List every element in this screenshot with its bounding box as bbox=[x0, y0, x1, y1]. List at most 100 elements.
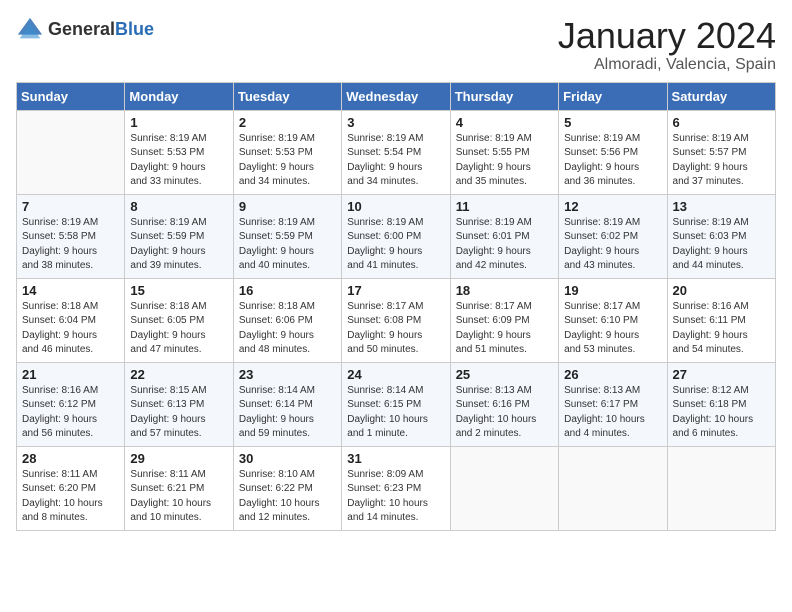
day-of-week-header: Sunday bbox=[17, 82, 125, 110]
day-number: 31 bbox=[347, 451, 444, 466]
day-info: Sunrise: 8:19 AMSunset: 5:55 PMDaylight:… bbox=[456, 132, 553, 190]
calendar-cell: 11 Sunrise: 8:19 AMSunset: 6:01 PMDayligh… bbox=[450, 194, 558, 278]
logo-general: General bbox=[48, 19, 115, 39]
calendar-cell: 4 Sunrise: 8:19 AMSunset: 5:55 PMDaylight… bbox=[450, 110, 558, 194]
calendar-week-row: 21 Sunrise: 8:16 AMSunset: 6:12 PMDayligh… bbox=[17, 362, 776, 446]
day-info: Sunrise: 8:14 AMSunset: 6:14 PMDaylight:… bbox=[239, 384, 336, 442]
calendar-cell: 14 Sunrise: 8:18 AMSunset: 6:04 PMDayligh… bbox=[17, 278, 125, 362]
day-info: Sunrise: 8:11 AMSunset: 6:20 PMDaylight:… bbox=[22, 468, 119, 526]
day-number: 6 bbox=[673, 115, 770, 130]
day-number: 15 bbox=[130, 283, 227, 298]
day-number: 30 bbox=[239, 451, 336, 466]
day-number: 16 bbox=[239, 283, 336, 298]
calendar-cell: 6Sunrise: 8:19 AMSunset: 5:57 PMDaylight… bbox=[667, 110, 775, 194]
calendar-cell: 1Sunrise: 8:19 AMSunset: 5:53 PMDaylight… bbox=[125, 110, 233, 194]
day-number: 12 bbox=[564, 199, 661, 214]
day-info: Sunrise: 8:19 AMSunset: 5:53 PMDaylight:… bbox=[130, 132, 227, 190]
day-number: 29 bbox=[130, 451, 227, 466]
calendar-cell: 27 Sunrise: 8:12 AMSunset: 6:18 PMDayligh… bbox=[667, 362, 775, 446]
calendar-cell: 22 Sunrise: 8:15 AMSunset: 6:13 PMDayligh… bbox=[125, 362, 233, 446]
calendar-cell: 12 Sunrise: 8:19 AMSunset: 6:02 PMDayligh… bbox=[559, 194, 667, 278]
page-header: GeneralBlue January 2024 Almoradi, Valen… bbox=[16, 16, 776, 74]
day-info: Sunrise: 8:13 AMSunset: 6:17 PMDaylight:… bbox=[564, 384, 661, 442]
day-info: Sunrise: 8:19 AMSunset: 6:02 PMDaylight:… bbox=[564, 216, 661, 274]
day-number: 22 bbox=[130, 367, 227, 382]
day-info: Sunrise: 8:17 AMSunset: 6:09 PMDaylight:… bbox=[456, 300, 553, 358]
calendar-cell: 26 Sunrise: 8:13 AMSunset: 6:17 PMDayligh… bbox=[559, 362, 667, 446]
day-info: Sunrise: 8:19 AMSunset: 5:53 PMDaylight:… bbox=[239, 132, 336, 190]
day-info: Sunrise: 8:19 AMSunset: 5:58 PMDaylight:… bbox=[22, 216, 119, 274]
day-of-week-header: Friday bbox=[559, 82, 667, 110]
calendar-cell: 5Sunrise: 8:19 AMSunset: 5:56 PMDaylight… bbox=[559, 110, 667, 194]
day-info: Sunrise: 8:14 AMSunset: 6:15 PMDaylight:… bbox=[347, 384, 444, 442]
calendar-cell: 15 Sunrise: 8:18 AMSunset: 6:05 PMDayligh… bbox=[125, 278, 233, 362]
logo-blue: Blue bbox=[115, 19, 154, 39]
day-number: 13 bbox=[673, 199, 770, 214]
calendar-cell: 20 Sunrise: 8:16 AMSunset: 6:11 PMDayligh… bbox=[667, 278, 775, 362]
day-number: 23 bbox=[239, 367, 336, 382]
calendar-table: SundayMondayTuesdayWednesdayThursdayFrid… bbox=[16, 82, 776, 531]
day-of-week-header: Saturday bbox=[667, 82, 775, 110]
day-number: 18 bbox=[456, 283, 553, 298]
calendar-cell: 3 Sunrise: 8:19 AMSunset: 5:54 PMDaylight… bbox=[342, 110, 450, 194]
day-number: 9 bbox=[239, 199, 336, 214]
day-number: 7 bbox=[22, 199, 119, 214]
day-of-week-header: Thursday bbox=[450, 82, 558, 110]
day-number: 5 bbox=[564, 115, 661, 130]
calendar-cell: 25Sunrise: 8:13 AMSunset: 6:16 PMDayligh… bbox=[450, 362, 558, 446]
day-number: 11 bbox=[456, 199, 553, 214]
day-info: Sunrise: 8:10 AMSunset: 6:22 PMDaylight:… bbox=[239, 468, 336, 526]
day-of-week-header: Wednesday bbox=[342, 82, 450, 110]
day-info: Sunrise: 8:17 AMSunset: 6:08 PMDaylight:… bbox=[347, 300, 444, 358]
calendar-body: 1Sunrise: 8:19 AMSunset: 5:53 PMDaylight… bbox=[17, 110, 776, 530]
day-number: 26 bbox=[564, 367, 661, 382]
calendar-cell: 31 Sunrise: 8:09 AMSunset: 6:23 PMDayligh… bbox=[342, 446, 450, 530]
day-info: Sunrise: 8:19 AMSunset: 6:01 PMDaylight:… bbox=[456, 216, 553, 274]
calendar-cell: 21 Sunrise: 8:16 AMSunset: 6:12 PMDayligh… bbox=[17, 362, 125, 446]
day-of-week-header: Monday bbox=[125, 82, 233, 110]
day-number: 19 bbox=[564, 283, 661, 298]
day-info: Sunrise: 8:19 AMSunset: 5:54 PMDaylight:… bbox=[347, 132, 444, 190]
calendar-cell: 30 Sunrise: 8:10 AMSunset: 6:22 PMDayligh… bbox=[233, 446, 341, 530]
day-info: Sunrise: 8:18 AMSunset: 6:05 PMDaylight:… bbox=[130, 300, 227, 358]
day-info: Sunrise: 8:19 AMSunset: 5:59 PMDaylight:… bbox=[130, 216, 227, 274]
day-info: Sunrise: 8:12 AMSunset: 6:18 PMDaylight:… bbox=[673, 384, 770, 442]
calendar-cell: 19Sunrise: 8:17 AMSunset: 6:10 PMDayligh… bbox=[559, 278, 667, 362]
title-area: January 2024 Almoradi, Valencia, Spain bbox=[558, 16, 776, 74]
day-number: 2 bbox=[239, 115, 336, 130]
logo: GeneralBlue bbox=[16, 16, 154, 44]
month-title: January 2024 bbox=[558, 16, 776, 56]
day-of-week-header: Tuesday bbox=[233, 82, 341, 110]
calendar-cell: 10Sunrise: 8:19 AMSunset: 6:00 PMDayligh… bbox=[342, 194, 450, 278]
calendar-cell: 24 Sunrise: 8:14 AMSunset: 6:15 PMDayligh… bbox=[342, 362, 450, 446]
calendar-cell: 9Sunrise: 8:19 AMSunset: 5:59 PMDaylight… bbox=[233, 194, 341, 278]
day-info: Sunrise: 8:18 AMSunset: 6:06 PMDaylight:… bbox=[239, 300, 336, 358]
day-info: Sunrise: 8:09 AMSunset: 6:23 PMDaylight:… bbox=[347, 468, 444, 526]
day-info: Sunrise: 8:11 AMSunset: 6:21 PMDaylight:… bbox=[130, 468, 227, 526]
day-info: Sunrise: 8:16 AMSunset: 6:12 PMDaylight:… bbox=[22, 384, 119, 442]
calendar-cell: 17 Sunrise: 8:17 AMSunset: 6:08 PMDayligh… bbox=[342, 278, 450, 362]
day-number: 14 bbox=[22, 283, 119, 298]
day-number: 4 bbox=[456, 115, 553, 130]
calendar-cell: 8 Sunrise: 8:19 AMSunset: 5:59 PMDaylight… bbox=[125, 194, 233, 278]
day-number: 20 bbox=[673, 283, 770, 298]
day-info: Sunrise: 8:18 AMSunset: 6:04 PMDaylight:… bbox=[22, 300, 119, 358]
day-number: 21 bbox=[22, 367, 119, 382]
day-info: Sunrise: 8:16 AMSunset: 6:11 PMDaylight:… bbox=[673, 300, 770, 358]
day-info: Sunrise: 8:15 AMSunset: 6:13 PMDaylight:… bbox=[130, 384, 227, 442]
day-number: 8 bbox=[130, 199, 227, 214]
day-number: 27 bbox=[673, 367, 770, 382]
calendar-cell: 7 Sunrise: 8:19 AMSunset: 5:58 PMDaylight… bbox=[17, 194, 125, 278]
calendar-week-row: 7 Sunrise: 8:19 AMSunset: 5:58 PMDaylight… bbox=[17, 194, 776, 278]
calendar-header-row: SundayMondayTuesdayWednesdayThursdayFrid… bbox=[17, 82, 776, 110]
calendar-cell: 2 Sunrise: 8:19 AMSunset: 5:53 PMDaylight… bbox=[233, 110, 341, 194]
day-number: 3 bbox=[347, 115, 444, 130]
calendar-cell bbox=[667, 446, 775, 530]
day-number: 17 bbox=[347, 283, 444, 298]
calendar-cell bbox=[450, 446, 558, 530]
location-title: Almoradi, Valencia, Spain bbox=[558, 56, 776, 74]
day-number: 24 bbox=[347, 367, 444, 382]
calendar-week-row: 14 Sunrise: 8:18 AMSunset: 6:04 PMDayligh… bbox=[17, 278, 776, 362]
day-info: Sunrise: 8:19 AMSunset: 6:03 PMDaylight:… bbox=[673, 216, 770, 274]
calendar-cell bbox=[559, 446, 667, 530]
